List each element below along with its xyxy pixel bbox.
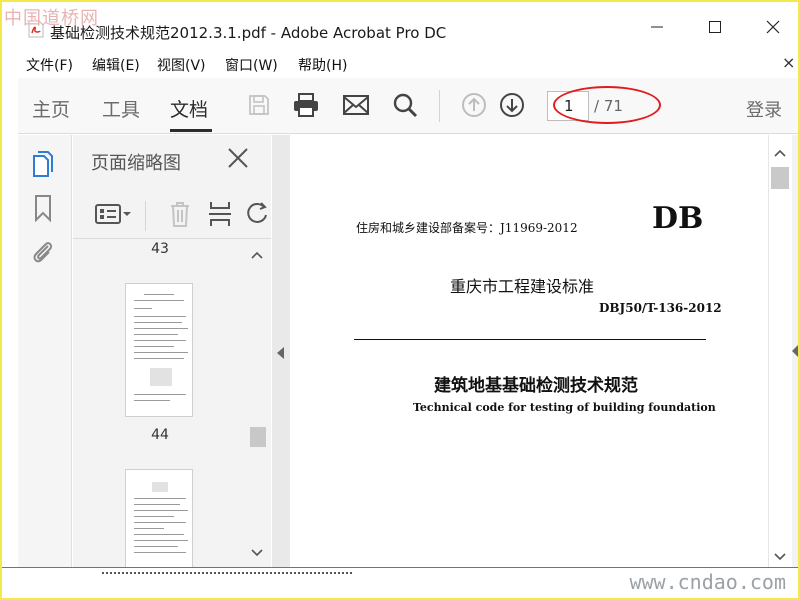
thumbnail-scroll-thumb[interactable] [250,427,266,447]
thumbnail-page[interactable] [125,283,193,417]
tab-tools[interactable]: 工具 [102,95,140,122]
close-window-button[interactable] [750,12,796,42]
login-link[interactable]: 登录 [746,96,782,122]
document-title-cn: 建筑地基基础检测技术规范 [434,376,638,396]
search-icon [393,93,418,118]
expand-right-panel-icon [792,345,798,357]
cropped-text-remnant [102,572,352,576]
active-tab-indicator [170,129,212,132]
menu-help[interactable]: 帮助(H) [298,55,347,75]
menu-view[interactable]: 视图(V) [157,55,206,75]
previous-page-button[interactable] [459,90,489,120]
tab-document[interactable]: 文档 [170,95,208,122]
document-page: 住房和城乡建设部备案号：J11969-2012 DB 重庆市工程建设标准 DBJ… [290,135,768,567]
page-thumbnails-button[interactable] [28,149,58,179]
panel-title: 页面缩略图 [91,153,181,174]
watermark-top: 中国道桥网 [4,8,99,29]
print-icon [294,93,318,117]
next-page-button[interactable] [497,90,527,120]
panel-toolbar-separator [145,201,146,231]
save-button[interactable] [244,90,274,120]
acrobat-window: 中国道桥网 基础检测技术规范2012.3.1.pdf - Adobe Acrob… [2,2,798,598]
panel-toolbar [73,189,271,239]
tab-home[interactable]: 主页 [32,95,70,122]
insert-pages-button[interactable] [205,199,235,229]
thumbnail-list: 43 44 [73,241,247,567]
scroll-down-icon[interactable] [251,549,263,557]
attachments-button[interactable] [28,237,58,267]
rotate-icon [247,202,267,223]
search-button[interactable] [390,90,420,120]
print-button[interactable] [291,90,321,120]
collapse-left-icon [277,347,284,359]
email-icon [343,95,369,115]
db-mark: DB [652,201,704,236]
title-bar: 基础检测技术规范2012.3.1.pdf - Adobe Acrobat Pro… [2,2,798,48]
document-title-en: Technical code for testing of building f… [413,401,716,414]
page-down-icon [500,93,524,117]
standard-code: DBJ50/T-136-2012 [599,301,722,315]
close-icon [228,148,248,168]
menu-edit[interactable]: 编辑(E) [92,55,140,75]
minimize-button[interactable] [634,12,680,42]
scroll-down-icon[interactable] [774,553,786,561]
close-document-button[interactable]: × [782,53,795,72]
thumbnail-label: 44 [151,427,169,443]
document-scrollbar[interactable] [768,135,792,567]
delete-icon [171,202,189,227]
left-navigation-rail [18,135,72,567]
close-icon [766,20,780,34]
thumbnail-options-button[interactable] [93,199,133,229]
rotate-pages-button[interactable] [243,199,271,229]
horizontal-rule [354,339,706,340]
thumbnail-scrollbar[interactable] [247,243,266,565]
bookmark-icon [35,195,51,222]
document-scroll-thumb[interactable] [771,167,789,189]
toolbar-separator [439,90,440,122]
window-title: 基础检测技术规范2012.3.1.pdf - Adobe Acrobat Pro… [50,24,447,42]
menu-bar: 文件(F) 编辑(E) 视图(V) 窗口(W) 帮助(H) × [2,50,798,76]
close-panel-button[interactable] [225,145,251,171]
record-number: 住房和城乡建设部备案号：J11969-2012 [356,221,578,235]
insert-page-icon [209,202,231,226]
maximize-icon [709,21,721,33]
highlight-ellipse [553,86,661,124]
maximize-button[interactable] [692,12,738,42]
menu-window[interactable]: 窗口(W) [225,55,278,75]
page-up-icon [462,93,486,117]
bookmarks-button[interactable] [28,193,58,223]
panel-collapse-handle[interactable] [272,135,290,567]
right-panel-edge[interactable] [792,135,798,567]
scroll-up-icon[interactable] [251,251,263,259]
minimize-icon [651,26,663,28]
page-thumbnails-icon [33,151,53,177]
toolbar: 主页 工具 文档 1 / 71 登录 [18,78,798,134]
email-button[interactable] [341,90,371,120]
scroll-up-icon[interactable] [774,149,786,157]
thumbnail-page[interactable] [125,469,193,567]
save-icon [249,95,269,115]
watermark-bottom: www.cndao.com [629,570,786,594]
thumbnail-label: 43 [151,241,169,257]
standard-name: 重庆市工程建设标准 [450,277,595,296]
options-menu-icon [95,204,131,224]
menu-file[interactable]: 文件(F) [26,55,73,75]
attachment-icon [33,242,53,263]
page-thumbnails-panel: 页面缩略图 43 44 [73,135,271,567]
delete-pages-button[interactable] [165,199,195,229]
